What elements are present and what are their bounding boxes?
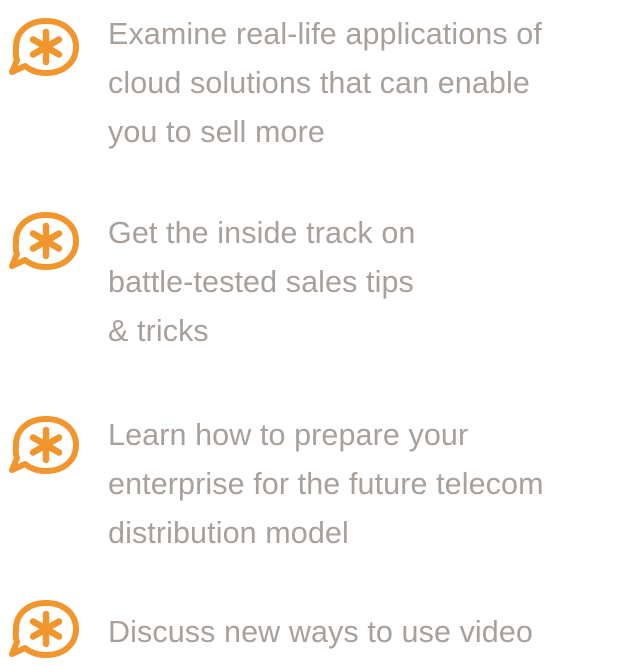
list-item-text: Learn how to prepare your enterprise for… xyxy=(108,411,624,558)
list-item-line: you to sell more xyxy=(108,115,325,149)
list-item-text: Get the inside track on battle-tested sa… xyxy=(108,209,624,356)
list-item-line: battle-tested sales tips xyxy=(108,265,414,299)
asterisk-speech-bubble-icon xyxy=(6,206,82,276)
list-item-line: enterprise for the future telecom xyxy=(108,467,544,501)
asterisk-speech-bubble-icon xyxy=(6,410,82,480)
asterisk-speech-bubble-icon xyxy=(6,594,82,664)
list-item-line: & tricks xyxy=(108,314,209,348)
list-item-text: Discuss new ways to use video xyxy=(108,608,624,657)
asterisk-speech-bubble-icon xyxy=(6,12,82,82)
list-item-line: Discuss new ways to use video xyxy=(108,615,534,649)
list-item-line: Learn how to prepare your xyxy=(108,418,469,452)
list-item-line: distribution model xyxy=(108,516,349,550)
list-item-text: Examine real-life applications of cloud … xyxy=(108,10,624,157)
list-item-line: cloud solutions that can enable xyxy=(108,66,530,100)
benefits-list: Examine real-life applications of cloud … xyxy=(0,0,624,666)
list-item-line: Get the inside track on xyxy=(108,216,416,250)
list-item-line: Examine real-life applications of xyxy=(108,17,542,51)
